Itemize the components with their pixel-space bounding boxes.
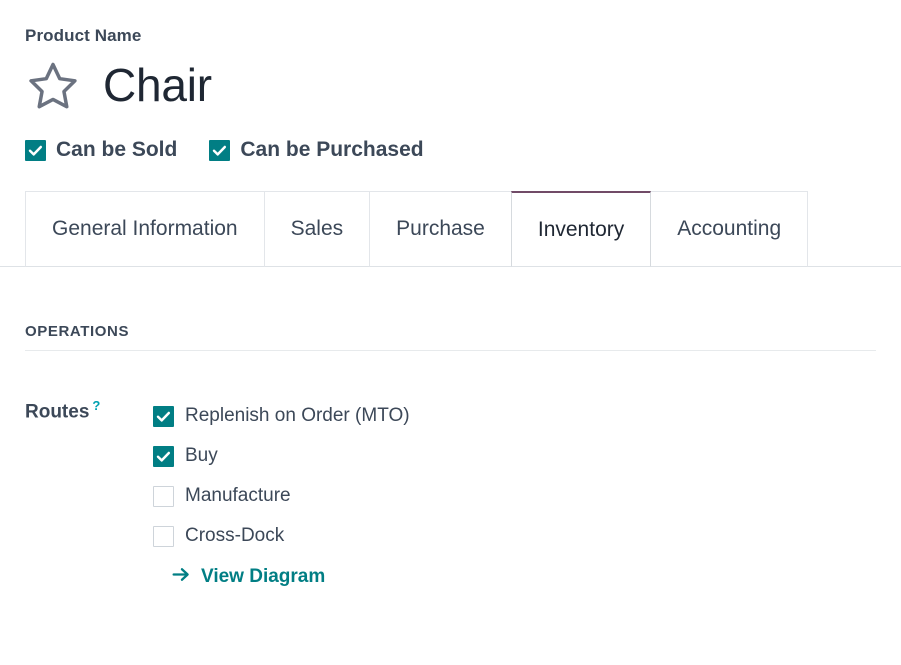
route-label-manufacture: Manufacture — [185, 485, 291, 507]
inventory-tab-panel: OPERATIONS Routes? Replenish on Order (M… — [0, 323, 901, 590]
tab-sales[interactable]: Sales — [263, 191, 371, 268]
route-option-cross-dock[interactable]: Cross-Dock — [153, 516, 410, 556]
route-label-replenish-on-order: Replenish on Order (MTO) — [185, 405, 410, 427]
checkbox-cross-dock[interactable] — [153, 525, 174, 547]
product-name-label: Product Name — [25, 26, 142, 45]
tab-accounting[interactable]: Accounting — [650, 191, 809, 268]
route-label-cross-dock: Cross-Dock — [185, 525, 285, 547]
star-outline-icon[interactable] — [25, 57, 81, 113]
tab-inventory[interactable]: Inventory — [510, 191, 652, 268]
checkbox-manufacture[interactable] — [153, 485, 174, 507]
checkbox-replenish-on-order[interactable] — [153, 405, 174, 427]
product-name-value[interactable]: Chair — [103, 62, 212, 108]
checkbox-buy[interactable] — [153, 445, 174, 467]
routes-label-text: Routes — [25, 401, 90, 423]
route-option-replenish-on-order[interactable]: Replenish on Order (MTO) — [153, 396, 410, 436]
flag-label-can-be-purchased: Can be Purchased — [240, 138, 424, 162]
view-diagram-link[interactable]: View Diagram — [171, 564, 410, 590]
operations-group-divider — [25, 350, 876, 352]
tab-purchase[interactable]: Purchase — [369, 191, 512, 268]
checkbox-can-be-purchased[interactable] — [209, 139, 231, 161]
flag-label-can-be-sold: Can be Sold — [56, 138, 178, 162]
flag-can-be-purchased[interactable]: Can be Purchased — [209, 138, 424, 162]
arrow-right-icon — [171, 564, 192, 590]
notebook-tabs: General Information Sales Purchase Inven… — [0, 189, 901, 268]
checkbox-can-be-sold[interactable] — [25, 139, 46, 161]
operations-group-title: OPERATIONS — [25, 323, 130, 341]
route-label-buy: Buy — [185, 445, 218, 467]
route-option-manufacture[interactable]: Manufacture — [153, 476, 410, 516]
routes-label: Routes? — [25, 396, 153, 423]
route-option-buy[interactable]: Buy — [153, 436, 410, 476]
tab-general-information[interactable]: General Information — [25, 191, 265, 268]
routes-help-icon[interactable]: ? — [92, 398, 100, 413]
product-title-row: Chair — [25, 54, 901, 116]
product-form-sheet: Product Name Chair Can be Sold Can be Pu… — [0, 0, 901, 665]
flag-can-be-sold[interactable]: Can be Sold — [25, 138, 177, 162]
routes-field-row: Routes? Replenish on Order (MTO) Buy Man… — [25, 396, 876, 590]
form-header: Product Name Chair Can be Sold Can be Pu… — [0, 0, 901, 162]
view-diagram-label: View Diagram — [201, 566, 326, 588]
routes-options-list: Replenish on Order (MTO) Buy Manufacture… — [153, 396, 410, 590]
product-flags: Can be Sold Can be Purchased — [25, 138, 901, 162]
